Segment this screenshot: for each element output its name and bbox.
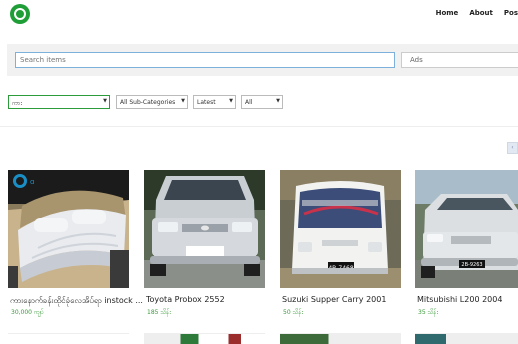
listing-image[interactable]: ɑ [8,170,129,288]
chevron-down-icon: ▼ [276,98,280,104]
range-select[interactable]: All ▼ [241,95,283,109]
top-navbar: Home About Pos [0,0,518,28]
listing-image[interactable]: 4B-7468 [280,170,401,288]
listing-price: 185 သိန်း [147,309,171,316]
listing-title[interactable]: Mitsubishi L200 2004 [417,295,502,304]
sort-value: Latest [197,99,216,106]
listing-image[interactable] [144,170,265,288]
next-row-card[interactable] [280,333,401,344]
listing-price: 30,000 ကျပ် [11,309,44,316]
search-input[interactable] [15,52,395,68]
listing-title[interactable]: ကားနောက်ခန်းထိုင်ခုံလေအိပ်ရာ instock ... [10,295,143,307]
sort-select[interactable]: Latest ▼ [193,95,236,109]
subcategory-value: All Sub-Categories [120,99,176,106]
listing-title[interactable]: Suzuki Supper Carry 2001 [282,295,386,304]
section-divider [0,126,518,127]
chevron-down-icon: ▼ [181,98,185,104]
next-row-card[interactable] [144,333,265,344]
next-row-card[interactable] [8,333,129,344]
category-value: ကား [12,100,22,107]
svg-text:ɑ: ɑ [30,178,34,186]
nav-post[interactable]: Pos [504,9,518,17]
listing-title[interactable]: Toyota Probox 2552 [146,295,225,304]
listing-price: 50 သိန်း [283,309,303,316]
listing-price: 35 သိန်း [418,309,438,316]
range-value: All [245,99,253,106]
subcategory-select[interactable]: All Sub-Categories ▼ [116,95,188,109]
listing-image[interactable]: 2B-9263 [415,170,518,288]
plate-text: 2B-9263 [461,262,482,268]
grid-toggle-icon[interactable]: ‹ [507,142,518,154]
category-select[interactable]: ကား ▼ [8,95,110,109]
ads-select[interactable]: Ads [401,52,518,68]
chevron-down-icon: ▼ [103,98,107,104]
search-band: Ads [7,44,518,76]
main-nav: Home About Pos [425,9,518,17]
nav-about[interactable]: About [469,9,493,17]
site-logo-icon[interactable] [10,4,30,24]
nav-home[interactable]: Home [436,9,459,17]
chevron-down-icon: ▼ [229,98,233,104]
next-row-card[interactable] [415,333,518,344]
